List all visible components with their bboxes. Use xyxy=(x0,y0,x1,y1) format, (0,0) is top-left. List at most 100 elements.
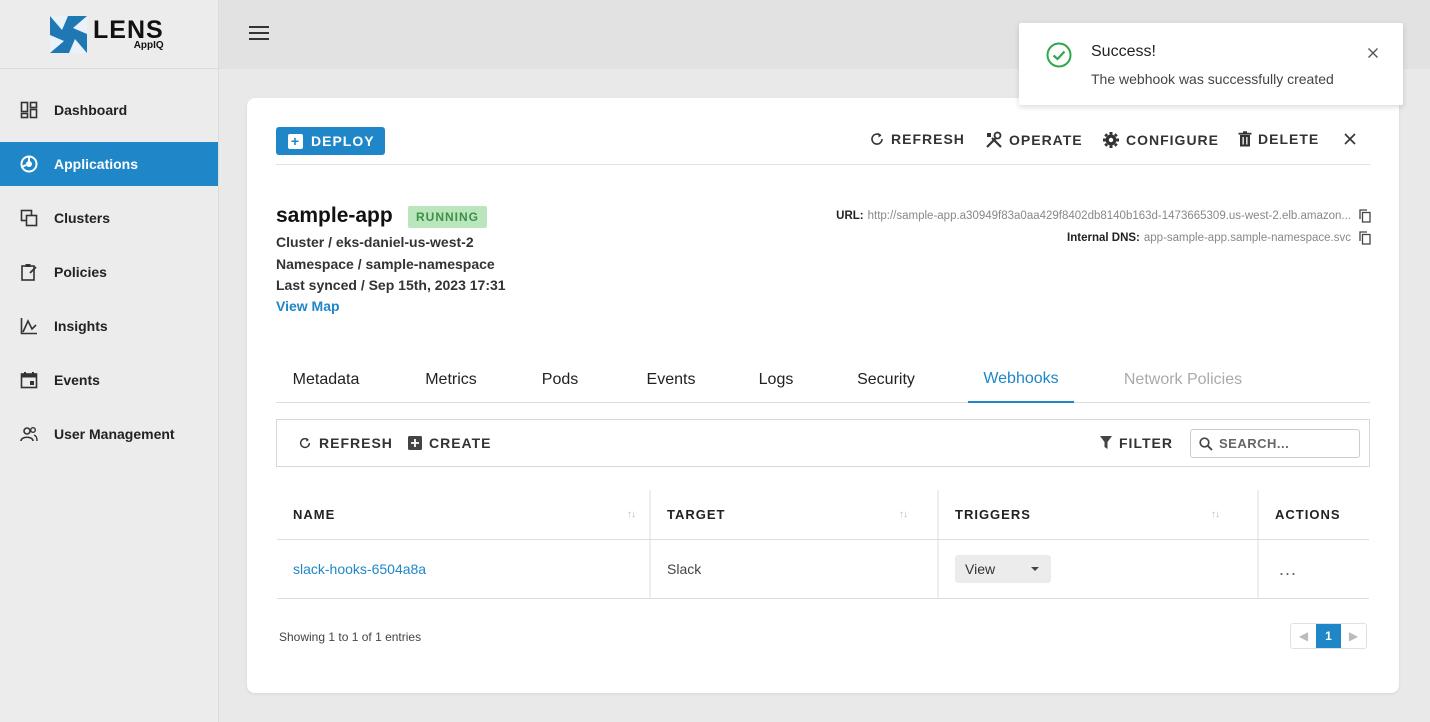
policies-icon xyxy=(20,263,38,281)
logo-title: LENS xyxy=(93,15,164,44)
webhook-name-link[interactable]: slack-hooks-6504a8a xyxy=(293,561,426,577)
search-icon xyxy=(1199,436,1213,451)
dns-row: Internal DNS: app-sample-app.sample-name… xyxy=(1067,231,1371,245)
webhook-target: Slack xyxy=(667,561,702,577)
view-map-link[interactable]: View Map xyxy=(276,298,340,314)
sidebar-item-label: User Management xyxy=(54,426,175,442)
search-box xyxy=(1190,429,1360,458)
caret-down-icon xyxy=(1031,567,1039,571)
sidebar-item-applications[interactable]: Applications xyxy=(0,142,218,186)
tab-security[interactable]: Security xyxy=(836,356,936,403)
tab-webhooks[interactable]: Webhooks xyxy=(968,356,1074,403)
tab-metrics[interactable]: Metrics xyxy=(401,356,501,403)
sidebar-item-label: Insights xyxy=(54,318,108,334)
filter-button[interactable]: FILTER xyxy=(1100,435,1173,451)
url-value[interactable]: http://sample-app.a30949f83a0aa429f8402d… xyxy=(868,210,1351,222)
more-actions-icon[interactable]: ... xyxy=(1279,559,1297,580)
sidebar-item-label: Dashboard xyxy=(54,102,128,118)
copy-dns-icon[interactable] xyxy=(1359,231,1371,245)
close-icon xyxy=(1344,133,1356,145)
webhooks-table: NAME ↑↓ TARGET ↑↓ TRIGGERS ↑↓ ACTIONS sl… xyxy=(277,490,1369,599)
tab-events[interactable]: Events xyxy=(621,356,721,403)
header-name[interactable]: NAME ↑↓ xyxy=(277,490,651,539)
events-icon xyxy=(20,371,38,389)
triggers-view-label: View xyxy=(965,561,996,577)
lens-logo-icon xyxy=(50,15,87,53)
sort-icon[interactable]: ↑↓ xyxy=(1211,509,1220,520)
sidebar: LENS AppIQ Dashboard Applications Cluste… xyxy=(0,0,219,722)
dns-label: Internal DNS: xyxy=(1067,232,1140,244)
create-label: CREATE xyxy=(429,435,492,451)
dns-value[interactable]: app-sample-app.sample-namespace.svc xyxy=(1144,232,1351,244)
close-panel-button[interactable] xyxy=(1344,133,1362,145)
sidebar-item-dashboard[interactable]: Dashboard xyxy=(0,88,218,132)
entries-summary: Showing 1 to 1 of 1 entries xyxy=(279,630,422,644)
table-row: slack-hooks-6504a8a Slack View ... xyxy=(277,540,1369,599)
header-target[interactable]: TARGET ↑↓ xyxy=(651,490,939,539)
toast-message: The webhook was successfully created xyxy=(1091,71,1334,87)
header-name-label: NAME xyxy=(293,507,336,522)
create-webhook-button[interactable]: CREATE xyxy=(408,435,492,451)
plus-icon: + xyxy=(288,133,303,149)
application-detail-card: + DEPLOY REFRESH OPERATE CONFIGURE DELET… xyxy=(247,98,1399,693)
copy-url-icon[interactable] xyxy=(1359,209,1371,223)
page-number[interactable]: 1 xyxy=(1316,624,1341,648)
search-input[interactable] xyxy=(1219,436,1349,451)
close-toast-icon[interactable] xyxy=(1367,47,1379,59)
table-header: NAME ↑↓ TARGET ↑↓ TRIGGERS ↑↓ ACTIONS xyxy=(277,490,1369,540)
sidebar-item-label: Policies xyxy=(54,264,107,280)
header-triggers-label: TRIGGERS xyxy=(955,507,1031,522)
sort-icon[interactable]: ↑↓ xyxy=(899,509,908,520)
prev-page-icon[interactable]: ◀ xyxy=(1291,624,1316,648)
check-circle-icon xyxy=(1046,42,1072,68)
configure-button[interactable]: CONFIGURE xyxy=(1102,131,1219,149)
sidebar-item-policies[interactable]: Policies xyxy=(0,250,218,294)
operate-button[interactable]: OPERATE xyxy=(985,131,1083,149)
header-triggers[interactable]: TRIGGERS ↑↓ xyxy=(939,490,1259,539)
deploy-button[interactable]: + DEPLOY xyxy=(276,127,385,155)
delete-button[interactable]: DELETE xyxy=(1238,131,1319,147)
tab-pods[interactable]: Pods xyxy=(516,356,604,403)
header-actions: ACTIONS xyxy=(1259,490,1369,539)
clusters-icon xyxy=(20,209,38,227)
webhooks-toolbar: REFRESH CREATE FILTER xyxy=(276,419,1370,467)
delete-label: DELETE xyxy=(1258,131,1320,147)
applications-icon xyxy=(20,155,38,173)
app-name: sample-app xyxy=(276,204,393,227)
last-synced-info: Last synced / Sep 15th, 2023 17:31 xyxy=(276,277,506,293)
filter-label: FILTER xyxy=(1119,435,1173,451)
namespace-info: Namespace / sample-namespace xyxy=(276,256,495,272)
filter-icon xyxy=(1100,436,1112,449)
sidebar-item-insights[interactable]: Insights xyxy=(0,304,218,348)
menu-icon[interactable] xyxy=(249,26,269,42)
refresh-label: REFRESH xyxy=(891,131,965,147)
next-page-icon[interactable]: ▶ xyxy=(1341,624,1366,648)
refresh-icon xyxy=(299,437,311,449)
trash-icon xyxy=(1238,131,1252,147)
sort-icon[interactable]: ↑↓ xyxy=(627,509,636,520)
dashboard-icon xyxy=(20,101,38,119)
add-box-icon xyxy=(408,436,422,450)
refresh-button[interactable]: REFRESH xyxy=(869,131,965,147)
sidebar-item-events[interactable]: Events xyxy=(0,358,218,402)
toast-title: Success! xyxy=(1091,43,1156,60)
app-toolbar: + DEPLOY REFRESH OPERATE CONFIGURE DELET… xyxy=(276,126,1370,165)
header-target-label: TARGET xyxy=(667,507,726,522)
insights-icon xyxy=(20,317,38,335)
configure-label: CONFIGURE xyxy=(1126,132,1219,148)
tab-logs[interactable]: Logs xyxy=(736,356,816,403)
sidebar-item-user-management[interactable]: User Management xyxy=(0,412,218,456)
tab-network-policies[interactable]: Network Policies xyxy=(1106,356,1260,403)
triggers-view-dropdown[interactable]: View xyxy=(955,555,1051,583)
logo[interactable]: LENS AppIQ xyxy=(0,0,218,69)
sidebar-item-clusters[interactable]: Clusters xyxy=(0,196,218,240)
tools-icon xyxy=(986,131,1002,148)
url-label: URL: xyxy=(836,210,864,222)
refresh-icon xyxy=(871,133,883,145)
sidebar-item-label: Applications xyxy=(54,156,139,172)
success-toast: Success! The webhook was successfully cr… xyxy=(1019,23,1403,105)
tab-metadata[interactable]: Metadata xyxy=(276,356,376,403)
webhooks-refresh-button[interactable]: REFRESH xyxy=(298,435,393,451)
gear-icon xyxy=(1103,132,1119,148)
operate-label: OPERATE xyxy=(1009,132,1083,148)
